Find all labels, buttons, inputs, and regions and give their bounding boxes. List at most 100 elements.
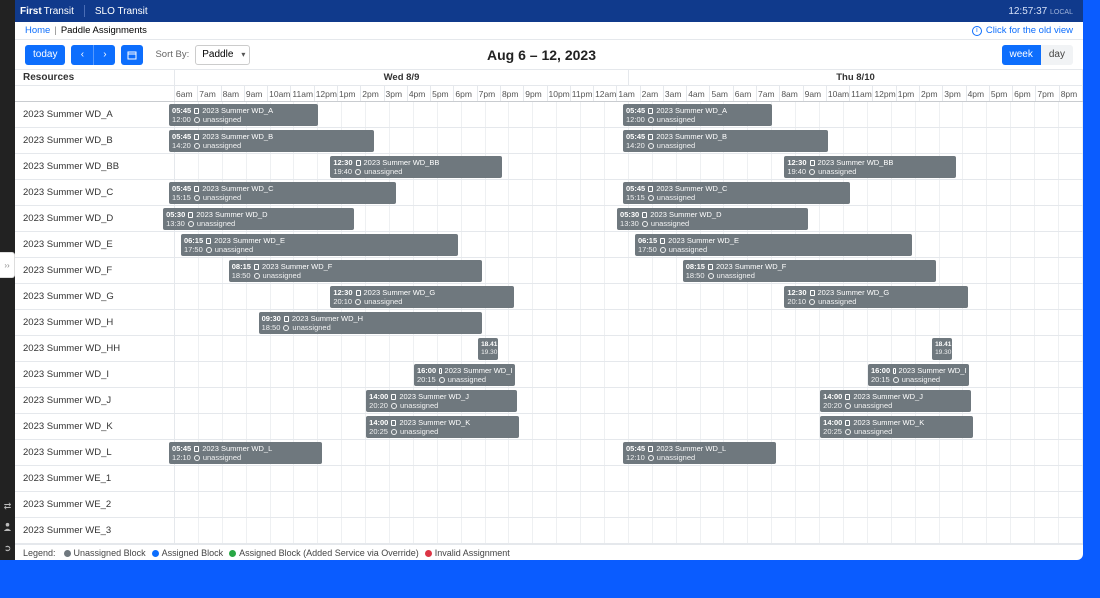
clock-icon — [809, 299, 815, 305]
hour-header-cell: 1pm — [897, 86, 920, 101]
hour-header-cell: 12pm — [315, 86, 338, 101]
resource-track[interactable]: 05:302023 Summer WD_D13:30unassigned05:3… — [175, 206, 1083, 231]
old-view-link[interactable]: i Click for the old view — [972, 25, 1073, 36]
resources-header: Resources — [15, 70, 175, 85]
brand-first: First — [20, 6, 42, 17]
schedule-block[interactable]: 05:452023 Summer WD_A12:00unassigned — [623, 104, 772, 126]
resource-row: 2023 Summer WD_L05:452023 Summer WD_L12:… — [15, 440, 1083, 466]
next-button[interactable]: › — [93, 45, 115, 65]
resource-name: 2023 Summer WE_3 — [15, 518, 175, 543]
hour-header-cell: 9am — [245, 86, 268, 101]
lock-icon — [648, 134, 653, 140]
resource-track[interactable]: 05:452023 Summer WD_A12:00unassigned05:4… — [175, 102, 1083, 127]
schedule-block[interactable]: 18.4119.30 — [478, 338, 498, 360]
schedule-block[interactable]: 08:152023 Summer WD_F18:50unassigned — [229, 260, 482, 282]
today-button[interactable]: today — [25, 45, 65, 65]
breadcrumb: Home | Paddle Assignments i Click for th… — [15, 22, 1083, 40]
resource-row: 2023 Summer WD_D05:302023 Summer WD_D13:… — [15, 206, 1083, 232]
resource-track[interactable]: 05:452023 Summer WD_B14:20unassigned05:4… — [175, 128, 1083, 153]
rail-toggle-icon[interactable]: ⇄ — [4, 501, 12, 512]
rail-user-icon[interactable] — [3, 522, 12, 533]
resource-track[interactable] — [175, 518, 1083, 543]
schedule-block[interactable]: 05:452023 Summer WD_L12:10unassigned — [623, 442, 776, 464]
rail-logout-icon[interactable]: ➲ — [4, 543, 12, 554]
schedule-block[interactable]: 05:452023 Summer WD_B14:20unassigned — [623, 130, 828, 152]
resource-name: 2023 Summer WD_C — [15, 180, 175, 205]
schedule-block[interactable]: 12:302023 Summer WD_G20:10unassigned — [330, 286, 513, 308]
schedule-block[interactable]: 05:302023 Summer WD_D13:30unassigned — [617, 208, 808, 230]
resource-track[interactable]: 18.4119.30 18.4119.30 — [175, 336, 1083, 361]
clock-icon — [194, 117, 200, 123]
resource-track[interactable]: 12:302023 Summer WD_G20:10unassigned 12:3… — [175, 284, 1083, 309]
schedule-block[interactable]: 18.4119.30 — [932, 338, 952, 360]
schedule-block[interactable]: 12:302023 Summer WD_BB19:40unassigned — [330, 156, 501, 178]
clock-icon — [391, 429, 397, 435]
schedule-block[interactable]: 16:002023 Summer WD_I20:15unassigned — [414, 364, 516, 386]
resource-track[interactable] — [175, 466, 1083, 491]
resource-row: 2023 Summer WD_H09:302023 Summer WD_H18:… — [15, 310, 1083, 336]
schedule-block[interactable]: 05:452023 Summer WD_C15:15unassigned — [169, 182, 396, 204]
hour-header-cell: 7pm — [1036, 86, 1059, 101]
left-rail: ⇄ ➲ — [0, 0, 15, 560]
hour-header-cell: 4am — [687, 86, 710, 101]
resource-track[interactable]: 06:152023 Summer WD_E17:50unassigned 06:1… — [175, 232, 1083, 257]
resource-track[interactable]: 14:002023 Summer WD_K20:25unassigned 14:0… — [175, 414, 1083, 439]
resource-track[interactable]: 08:152023 Summer WD_F18:50unassigned 08:1… — [175, 258, 1083, 283]
hour-header-cell: 5am — [710, 86, 733, 101]
resource-name: 2023 Summer WD_HH — [15, 336, 175, 361]
breadcrumb-page: Paddle Assignments — [61, 25, 147, 36]
resource-name: 2023 Summer WE_1 — [15, 466, 175, 491]
topbar: First Transit SLO Transit 12:57:37 LOCAL — [0, 0, 1083, 22]
hour-header-cell: 12am — [594, 86, 617, 101]
schedule-block[interactable]: 06:152023 Summer WD_E17:50unassigned — [635, 234, 912, 256]
breadcrumb-home[interactable]: Home — [25, 25, 50, 36]
brand-second: Transit — [44, 6, 74, 17]
schedule-block[interactable]: 08:152023 Summer WD_F18:50unassigned — [683, 260, 936, 282]
schedule-block[interactable]: 05:452023 Summer WD_L12:10unassigned — [169, 442, 322, 464]
resource-track[interactable]: 05:452023 Summer WD_L12:10unassigned05:4… — [175, 440, 1083, 465]
lock-icon — [708, 264, 713, 270]
resource-track[interactable]: 14:002023 Summer WD_J20:20unassigned 14:0… — [175, 388, 1083, 413]
schedule-block[interactable]: 05:302023 Summer WD_D13:30unassigned — [163, 208, 354, 230]
lock-icon — [439, 368, 441, 374]
lock-icon — [845, 420, 850, 426]
resource-track[interactable] — [175, 492, 1083, 517]
schedule-block[interactable]: 14:002023 Summer WD_K20:25unassigned — [366, 416, 519, 438]
info-icon: i — [972, 26, 982, 36]
schedule-body[interactable]: 2023 Summer WD_A05:452023 Summer WD_A12:… — [15, 102, 1083, 544]
lock-icon — [254, 264, 259, 270]
resource-row: 2023 Summer WD_E06:152023 Summer WD_E17:… — [15, 232, 1083, 258]
prev-button[interactable]: ‹ — [71, 45, 93, 65]
sidebar-expand[interactable]: ›› — [0, 252, 15, 278]
schedule-block[interactable]: 14:002023 Summer WD_J20:20unassigned — [820, 390, 971, 412]
resource-row: 2023 Summer WD_B05:452023 Summer WD_B14:… — [15, 128, 1083, 154]
resource-row: 2023 Summer WD_K14:002023 Summer WD_K20:… — [15, 414, 1083, 440]
clock-icon — [355, 169, 361, 175]
hour-header-cell: 11am — [291, 86, 314, 101]
resource-track[interactable]: 12:302023 Summer WD_BB19:40unassigned 12:… — [175, 154, 1083, 179]
hour-header-cell: 1pm — [338, 86, 361, 101]
calendar-button[interactable] — [121, 45, 143, 65]
resource-track[interactable]: 09:302023 Summer WD_H18:50unassigned — [175, 310, 1083, 335]
week-view-button[interactable]: week — [1002, 45, 1041, 65]
schedule-block[interactable]: 16:002023 Summer WD_I20:15unassigned — [868, 364, 970, 386]
hour-header-cell: 6pm — [1013, 86, 1036, 101]
schedule-block[interactable]: 05:452023 Summer WD_A12:00unassigned — [169, 104, 318, 126]
schedule-block[interactable]: 06:152023 Summer WD_E17:50unassigned — [181, 234, 458, 256]
schedule-block[interactable]: 12:302023 Summer WD_G20:10unassigned — [784, 286, 967, 308]
schedule-block[interactable]: 14:002023 Summer WD_J20:20unassigned — [366, 390, 517, 412]
hour-header-cell: 10am — [268, 86, 291, 101]
schedule-block[interactable]: 14:002023 Summer WD_K20:25unassigned — [820, 416, 973, 438]
schedule-block[interactable]: 05:452023 Summer WD_B14:20unassigned — [169, 130, 374, 152]
resource-track[interactable]: 05:452023 Summer WD_C15:15unassigned05:4… — [175, 180, 1083, 205]
clock-icon — [648, 195, 654, 201]
clock-icon — [254, 273, 260, 279]
schedule-block[interactable]: 05:452023 Summer WD_C15:15unassigned — [623, 182, 850, 204]
hour-header-cell: 2am — [641, 86, 664, 101]
sort-by-select[interactable]: Paddle — [195, 45, 250, 65]
resource-track[interactable]: 16:002023 Summer WD_I20:15unassigned 16:0… — [175, 362, 1083, 387]
clock-icon — [809, 169, 815, 175]
schedule-block[interactable]: 09:302023 Summer WD_H18:50unassigned — [259, 312, 482, 334]
schedule-block[interactable]: 12:302023 Summer WD_BB19:40unassigned — [784, 156, 955, 178]
day-view-button[interactable]: day — [1041, 45, 1073, 65]
